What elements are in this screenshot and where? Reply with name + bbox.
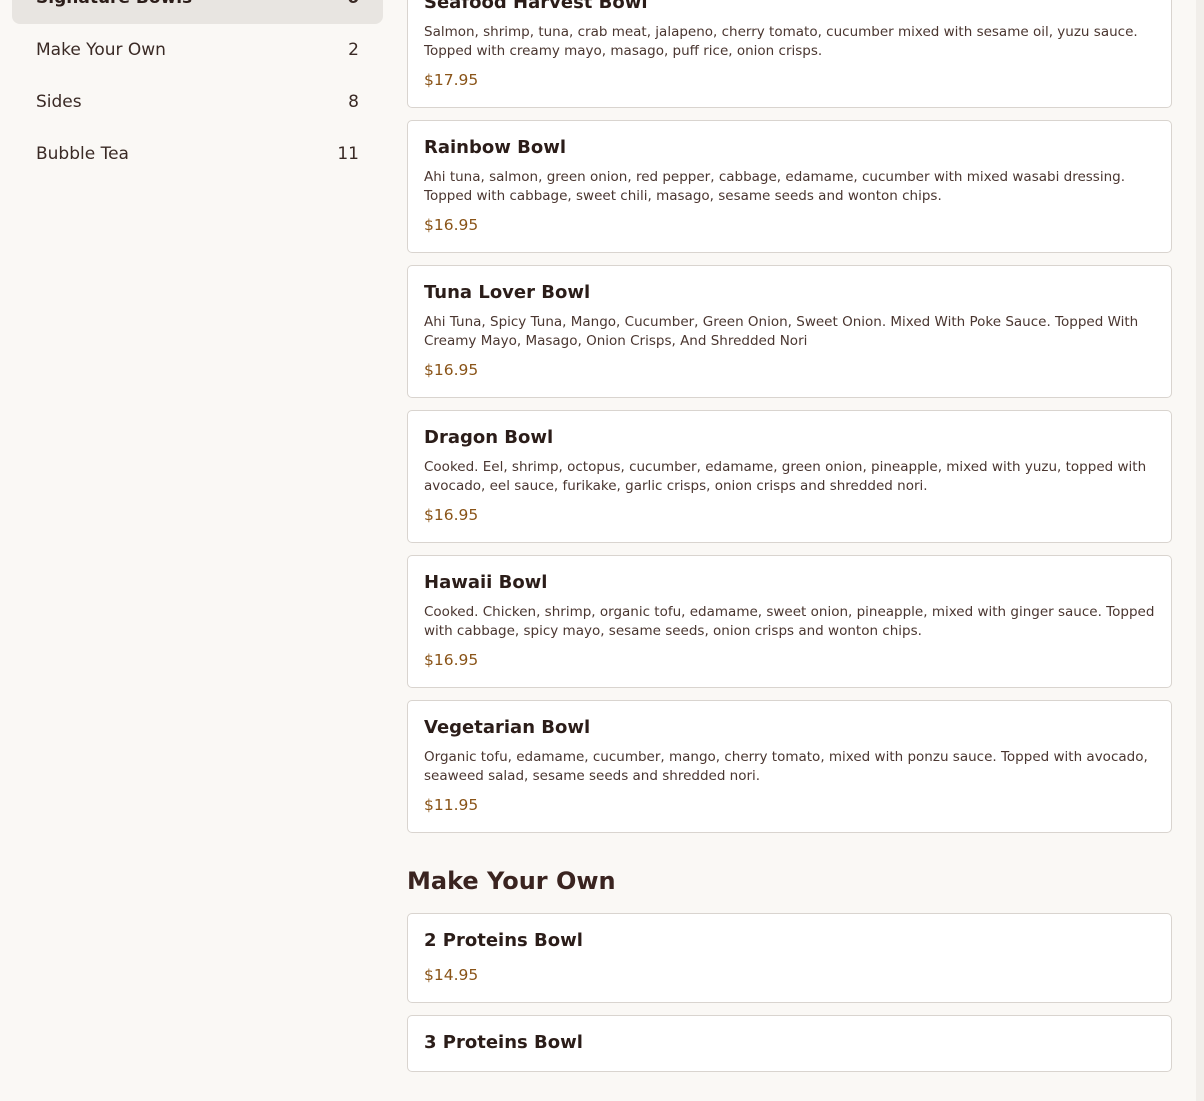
item-name: Tuna Lover Bowl [424,282,591,303]
item-name: 2 Proteins Bowl [424,930,583,951]
section-title-make-your-own: Make Your Own [407,867,616,895]
item-price: $14.95 [424,966,479,984]
category-sidebar: Signature Bowls 6 Make Your Own 2 Sides … [12,0,383,180]
category-count: 8 [348,92,359,112]
menu-item-card[interactable]: Hawaii Bowl Cooked. Chicken, shrimp, org… [407,555,1172,688]
item-name: Vegetarian Bowl [424,717,591,738]
item-price: $17.95 [424,71,479,89]
menu-item-card[interactable]: 3 Proteins Bowl [407,1015,1172,1072]
item-name: 3 Proteins Bowl [424,1032,583,1053]
category-label: Signature Bowls [36,0,192,8]
category-count: 11 [337,144,359,164]
category-sides[interactable]: Sides 8 [12,76,383,128]
menu-item-card[interactable]: 2 Proteins Bowl $14.95 [407,913,1172,1003]
category-label: Bubble Tea [36,144,129,164]
menu-item-card[interactable]: Rainbow Bowl Ahi tuna, salmon, green oni… [407,120,1172,253]
scrollbar-track[interactable] [1196,0,1204,1101]
category-bubble-tea[interactable]: Bubble Tea 11 [12,128,383,180]
category-count: 2 [348,40,359,60]
item-price: $16.95 [424,651,479,669]
item-description: Cooked. Eel, shrimp, octopus, cucumber, … [424,459,1147,494]
menu-item-card[interactable]: Tuna Lover Bowl Ahi Tuna, Spicy Tuna, Ma… [407,265,1172,398]
category-make-your-own[interactable]: Make Your Own 2 [12,24,383,76]
item-description: Salmon, shrimp, tuna, crab meat, jalapen… [424,24,1138,59]
item-price: $16.95 [424,216,479,234]
item-name: Dragon Bowl [424,427,554,448]
item-description: Cooked. Chicken, shrimp, organic tofu, e… [424,604,1155,639]
category-label: Make Your Own [36,40,166,60]
menu-item-card[interactable]: Seafood Harvest Bowl Salmon, shrimp, tun… [407,0,1172,108]
item-name: Rainbow Bowl [424,137,567,158]
item-description: Ahi Tuna, Spicy Tuna, Mango, Cucumber, G… [424,314,1139,349]
item-name: Seafood Harvest Bowl [424,0,648,13]
item-description: Organic tofu, edamame, cucumber, mango, … [424,749,1148,784]
item-price: $16.95 [424,361,479,379]
menu-item-card[interactable]: Dragon Bowl Cooked. Eel, shrimp, octopus… [407,410,1172,543]
menu-item-card[interactable]: Vegetarian Bowl Organic tofu, edamame, c… [407,700,1172,833]
item-price: $11.95 [424,796,479,814]
category-count: 6 [347,0,359,8]
item-price: $16.95 [424,506,479,524]
category-label: Sides [36,92,82,112]
item-name: Hawaii Bowl [424,572,548,593]
category-signature-bowls[interactable]: Signature Bowls 6 [12,0,383,24]
menu-content: Seafood Harvest Bowl Salmon, shrimp, tun… [407,0,1172,1084]
item-description: Ahi tuna, salmon, green onion, red peppe… [424,169,1125,204]
